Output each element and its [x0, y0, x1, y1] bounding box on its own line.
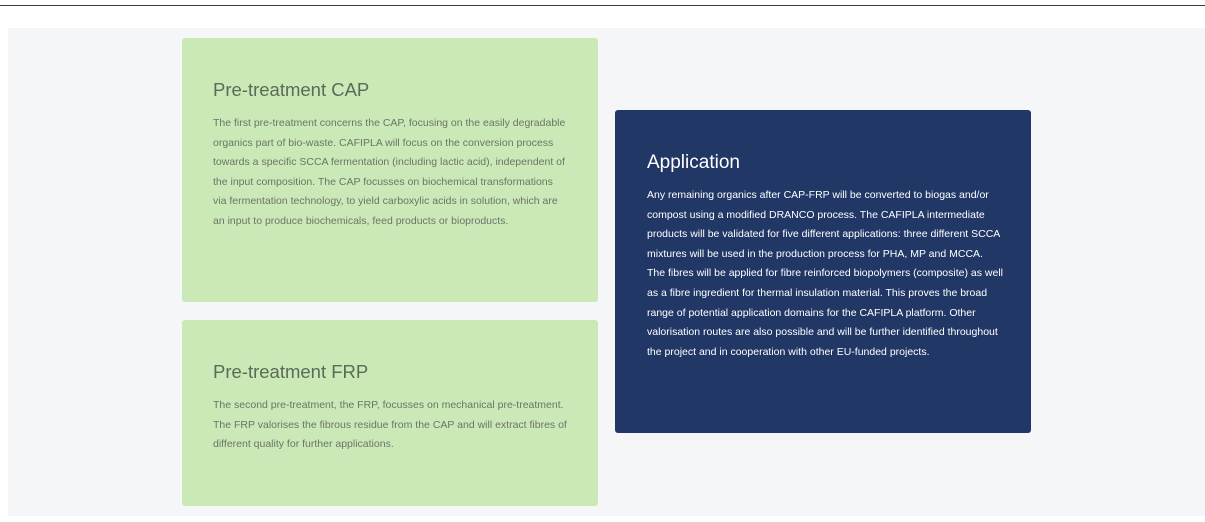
card-body-cap: The first pre-treatment concerns the CAP… — [213, 117, 566, 227]
card-title-frp: Pre-treatment FRP — [213, 361, 369, 382]
top-divider — [0, 5, 1205, 6]
card-application: Application Any remaining organics after… — [615, 110, 1031, 433]
card-body-frp: The second pre-treatment, the FRP, focus… — [213, 399, 567, 450]
card-body-application: Any remaining organics after CAP-FRP wil… — [647, 189, 1003, 358]
card-title-application: Application — [647, 152, 740, 173]
card-pretreatment-frp: Pre-treatment FRP The second pre-treatme… — [182, 320, 598, 506]
card-pretreatment-cap: Pre-treatment CAP The first pre-treatmen… — [182, 38, 598, 302]
card-title-cap: Pre-treatment CAP — [213, 79, 370, 100]
